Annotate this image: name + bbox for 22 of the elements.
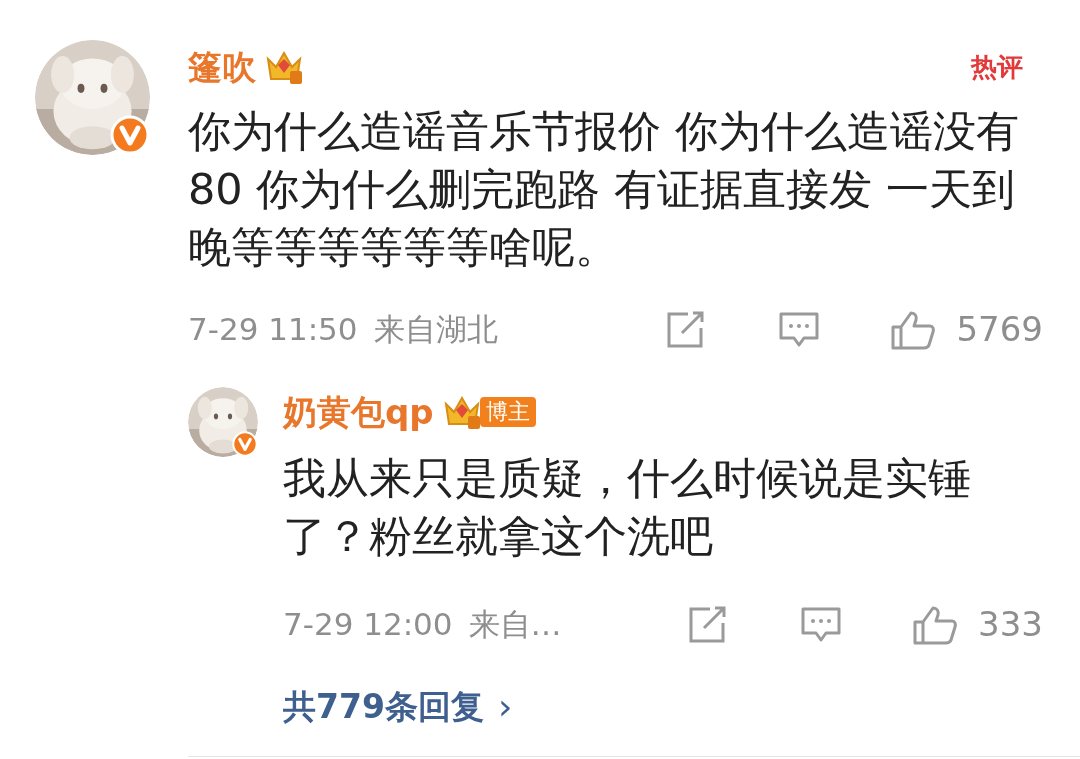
share-icon[interactable]	[688, 605, 729, 644]
share-icon[interactable]	[666, 310, 707, 349]
like-count: 5769	[956, 308, 1043, 351]
author-name[interactable]: 奶黄包qp	[283, 386, 434, 438]
comment-text: 你为什么造谣音乐节报价 你为什么造谣没有80 你为什么删完跑路 有证据直接发 一天到晚等等等等等等啥呢。	[188, 105, 1020, 274]
verified-icon	[110, 115, 150, 155]
timestamp: 7-29 12:00	[283, 605, 453, 645]
location: 来自…	[468, 605, 562, 645]
like-count: 333	[978, 603, 1043, 646]
comment-icon[interactable]	[778, 310, 821, 349]
crown-icon	[264, 49, 304, 85]
location: 来自湖北	[373, 310, 498, 350]
like-icon[interactable]	[890, 309, 937, 350]
view-replies-link[interactable]: 共779条回复	[283, 682, 484, 732]
like-icon[interactable]	[912, 604, 959, 645]
author-name[interactable]: 篷吹	[188, 41, 256, 93]
reply-text: 我从来只是质疑，什么时候说是实锤了？粉丝就拿这个洗吧	[283, 452, 972, 563]
comment-icon[interactable]	[800, 605, 843, 644]
timestamp: 7-29 11:50	[188, 310, 358, 350]
hot-comment-label: 热评	[971, 50, 1023, 84]
blogger-tag: 博主	[479, 397, 536, 427]
chevron-icon: ›	[497, 680, 513, 734]
